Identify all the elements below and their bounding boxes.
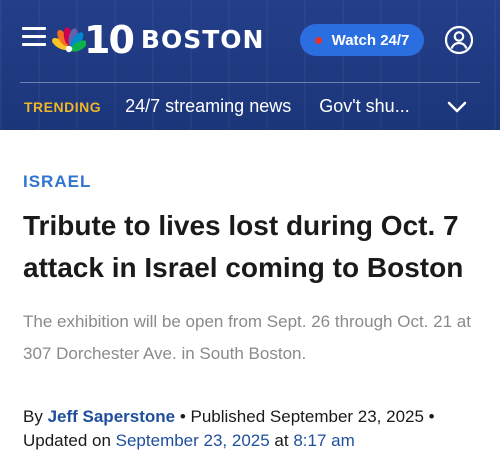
- nbc-peacock-icon: [52, 27, 86, 53]
- site-header: 10 BOSTON Watch 24/7 TRENDING 24/7 strea…: [0, 0, 500, 130]
- logo-channel-number: 10: [84, 18, 135, 62]
- watch-live-label: Watch 24/7: [331, 31, 410, 49]
- updated-at-word: at: [269, 431, 294, 450]
- top-bar: 10 BOSTON Watch 24/7: [0, 0, 500, 82]
- article-headline: Tribute to lives lost during Oct. 7 atta…: [23, 210, 464, 283]
- account-icon[interactable]: [444, 25, 474, 55]
- updated-time: 8:17 am: [293, 431, 355, 450]
- trending-label: TRENDING: [24, 98, 102, 115]
- live-dot-icon: [314, 36, 322, 44]
- article-summary: The exhibition will be open from Sept. 2…: [23, 312, 471, 363]
- updated-prefix: Updated on: [23, 431, 116, 450]
- trending-bar: TRENDING 24/7 streaming news Gov't shu..…: [0, 83, 500, 130]
- author-link[interactable]: Jeff Saperstone: [48, 407, 176, 426]
- published-date: • Published September 23, 2025 •: [175, 407, 435, 426]
- logo-city-name: BOSTON: [140, 25, 265, 54]
- updated-date: September 23, 2025: [115, 431, 270, 450]
- hamburger-menu-icon[interactable]: [22, 27, 46, 49]
- nbc10-boston-logo[interactable]: 10 BOSTON: [52, 18, 264, 62]
- trending-link-govt-shutdown[interactable]: Gov't shu...: [319, 96, 409, 117]
- chevron-down-icon[interactable]: [446, 99, 468, 115]
- watch-live-button[interactable]: Watch 24/7: [300, 24, 424, 56]
- article-byline: By Jeff Saperstone • Published September…: [23, 405, 488, 453]
- article-category-link[interactable]: ISRAEL: [23, 172, 91, 192]
- trending-link-streaming-news[interactable]: 24/7 streaming news: [125, 96, 291, 117]
- byline-by-prefix: By: [23, 407, 48, 426]
